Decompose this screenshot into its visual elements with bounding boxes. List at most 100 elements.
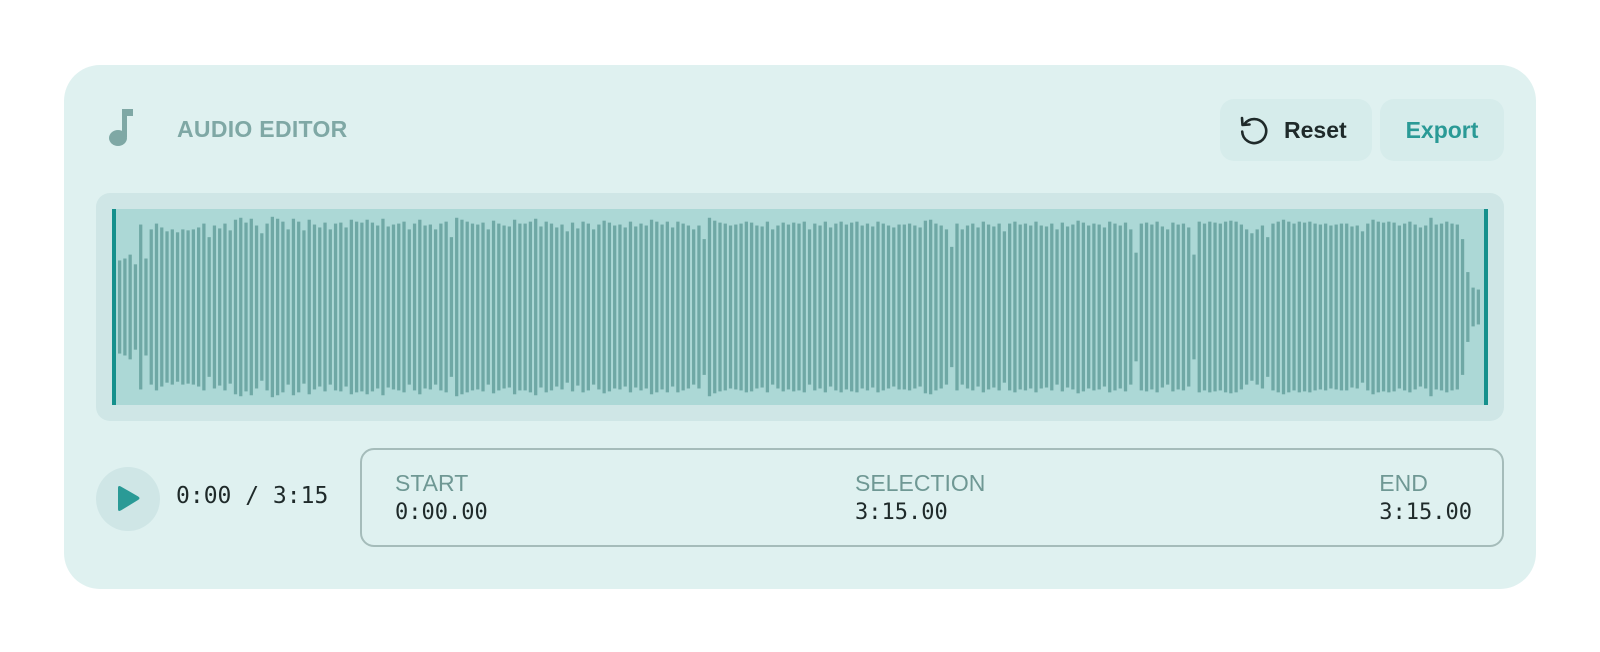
waveform-bar xyxy=(165,231,169,383)
waveform-bar xyxy=(481,222,485,392)
waveform-bar xyxy=(460,219,464,395)
waveform-bar xyxy=(1039,225,1043,389)
waveform-bar xyxy=(1229,220,1233,394)
waveform-bar xyxy=(850,222,854,392)
waveform-bar xyxy=(776,225,780,389)
editor-header: AUDIO EDITOR Reset Export xyxy=(64,65,1536,195)
waveform-bar xyxy=(997,223,1001,391)
waveform-bar xyxy=(1476,289,1480,325)
waveform-bar xyxy=(349,219,353,395)
waveform-bar xyxy=(1424,225,1428,389)
waveform-bar xyxy=(302,230,306,384)
waveform-bar xyxy=(312,224,317,390)
waveform-bar xyxy=(897,224,901,390)
selection-end-handle[interactable] xyxy=(1484,209,1488,405)
waveform-bar xyxy=(486,229,490,385)
waveform-bar xyxy=(1466,272,1470,342)
waveform-bar xyxy=(1008,223,1012,391)
waveform-bar xyxy=(455,217,459,397)
waveform-bar xyxy=(670,227,675,387)
waveform-bar xyxy=(328,229,332,385)
waveform-bar xyxy=(713,220,717,394)
range-end: END 3:15.00 xyxy=(1379,469,1472,529)
waveform-bar xyxy=(391,224,396,390)
waveform-bar xyxy=(133,264,138,350)
waveform-bar xyxy=(692,229,696,385)
waveform-bar xyxy=(149,229,153,385)
waveform-bar xyxy=(923,220,928,394)
waveform-bar xyxy=(907,223,912,391)
range-selection: SELECTION 3:15.00 xyxy=(855,469,985,529)
waveform-bar xyxy=(929,219,933,395)
editor-title: AUDIO EDITOR xyxy=(177,116,348,142)
waveform-bar xyxy=(1381,222,1386,392)
waveform-bar xyxy=(1092,223,1096,391)
waveform-bar xyxy=(123,258,127,356)
waveform-selection[interactable] xyxy=(112,209,1488,405)
waveform-bar xyxy=(1144,222,1149,392)
waveform-bar xyxy=(902,224,906,390)
waveform-bar xyxy=(323,222,327,392)
waveform-bar xyxy=(181,229,185,385)
waveform-bar xyxy=(1181,223,1186,391)
waveform-bar xyxy=(497,223,501,391)
waveform-bar xyxy=(139,224,143,390)
waveform-bar xyxy=(218,228,222,386)
waveform-bar xyxy=(565,231,569,383)
waveform-bar xyxy=(1213,222,1217,392)
waveform-bar xyxy=(1044,226,1049,388)
waveform-bar xyxy=(955,223,959,391)
waveform-bar xyxy=(333,223,338,391)
export-label: Export xyxy=(1405,116,1479,143)
waveform-bar xyxy=(1429,217,1433,397)
selection-label: SELECTION xyxy=(855,470,986,496)
waveform-bar xyxy=(1460,239,1465,375)
waveform-bar xyxy=(318,227,322,387)
waveform-bar xyxy=(1202,223,1207,391)
waveform-bar xyxy=(834,223,838,391)
waveform-bar xyxy=(813,223,817,391)
waveform-bar xyxy=(823,221,827,393)
selection-start-handle[interactable] xyxy=(112,209,116,405)
waveform-bar xyxy=(544,221,548,393)
waveform-bar xyxy=(549,223,554,391)
waveform-bar xyxy=(1123,222,1128,392)
waveform-bar xyxy=(254,225,259,389)
waveform-bar xyxy=(1034,221,1038,393)
waveform-bar xyxy=(1434,224,1438,390)
waveform-bar xyxy=(797,223,801,391)
waveform-bar xyxy=(1455,224,1459,390)
waveform-bar xyxy=(186,230,190,384)
waveform-bar xyxy=(686,225,691,389)
waveform-bar xyxy=(1287,221,1291,393)
waveform-bar xyxy=(707,217,712,397)
waveform-bar xyxy=(1339,223,1344,391)
waveform-bar xyxy=(1366,223,1370,391)
waveform-bar xyxy=(1318,224,1323,390)
waveform-bar xyxy=(1250,233,1254,381)
waveform-bar xyxy=(1329,225,1333,389)
waveform-bar xyxy=(512,219,517,395)
waveform-bar xyxy=(781,222,785,392)
waveform-bar xyxy=(1055,229,1059,385)
waveform-bar xyxy=(402,221,406,393)
selection-range-box: START 0:00.00 SELECTION 3:15.00 END 3:15… xyxy=(360,448,1504,547)
waveform-bar xyxy=(939,225,943,389)
play-button[interactable] xyxy=(96,467,160,531)
waveform-bar xyxy=(1292,223,1296,391)
waveform-bar xyxy=(1160,226,1165,388)
waveform-bar xyxy=(623,227,627,387)
waveform-bar xyxy=(281,221,285,393)
waveform-bar xyxy=(1471,287,1475,327)
waveform-bar xyxy=(160,227,164,387)
export-button[interactable]: Export xyxy=(1380,99,1504,161)
waveform-bar xyxy=(1413,224,1417,390)
waveform-bar xyxy=(1023,223,1028,391)
waveform-bar xyxy=(270,216,274,398)
waveform-bar xyxy=(265,223,269,391)
reset-button[interactable]: Reset xyxy=(1220,99,1372,161)
waveform-bar xyxy=(175,232,180,382)
waveform-bar xyxy=(681,223,685,391)
waveform-bar xyxy=(1266,237,1270,377)
waveform-bar xyxy=(971,223,975,391)
